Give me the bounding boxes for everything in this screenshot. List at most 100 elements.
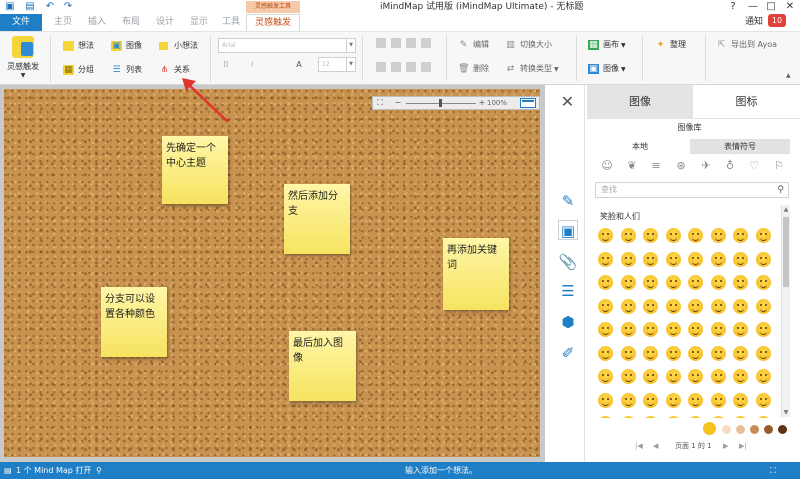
emoji-cell[interactable]	[733, 322, 748, 337]
emoji-cell[interactable]	[643, 251, 658, 267]
tab-tools[interactable]: 工具	[218, 14, 244, 31]
emoji-scrollbar[interactable]: ▲ ▼	[781, 205, 790, 417]
first-page-button[interactable]: |◀	[635, 440, 643, 452]
emoji-cell[interactable]	[620, 369, 636, 384]
emoji-cell[interactable]	[688, 298, 703, 314]
emoji-cell[interactable]	[620, 275, 636, 290]
emoji-cell[interactable]	[643, 275, 658, 290]
emoji-cell[interactable]	[755, 251, 771, 267]
emoji-cell[interactable]	[755, 392, 771, 408]
idea-button[interactable]: 想法	[63, 39, 94, 53]
smiley-category-icon[interactable]: ☺	[600, 159, 614, 173]
emoji-cell[interactable]	[665, 322, 681, 337]
sticky-note[interactable]: 分支可以设置各种颜色	[101, 287, 167, 357]
emoji-cell[interactable]	[643, 369, 658, 384]
fit-screen-icon[interactable]: ⛶	[375, 98, 385, 108]
emoji-cell[interactable]	[643, 416, 658, 418]
emoji-cell[interactable]	[710, 369, 726, 384]
emoji-cell[interactable]	[598, 345, 613, 361]
tab-insert[interactable]: 插入	[84, 14, 110, 31]
sports-category-icon[interactable]: ⊛	[674, 159, 688, 173]
emoji-cell[interactable]	[755, 345, 771, 361]
view-mode-icon[interactable]	[520, 98, 536, 108]
emoji-cell[interactable]	[620, 228, 636, 243]
arrange-icon[interactable]	[406, 62, 416, 72]
edit-button[interactable]: ✎ 编辑	[458, 38, 489, 52]
tab-icons[interactable]: 图标	[693, 85, 800, 119]
scrollbar-thumb[interactable]	[783, 217, 789, 287]
image-library-icon[interactable]: ▣	[558, 220, 578, 240]
emoji-cell[interactable]	[620, 345, 636, 361]
minimize-button[interactable]: —	[744, 0, 762, 14]
emoji-cell[interactable]	[710, 345, 726, 361]
emoji-cell[interactable]	[710, 275, 726, 290]
objects-category-icon[interactable]: ♁	[723, 159, 737, 173]
emoji-cell[interactable]	[598, 228, 613, 243]
tab-file[interactable]: 文件	[0, 14, 42, 31]
list-button[interactable]: ☰ 列表	[111, 63, 142, 77]
emoji-cell[interactable]	[688, 251, 703, 267]
emoji-cell[interactable]	[755, 298, 771, 314]
emoji-cell[interactable]	[733, 369, 748, 384]
zoom-out-button[interactable]: −	[393, 98, 403, 108]
emoji-cell[interactable]	[688, 228, 703, 243]
skin-tone-swatch[interactable]	[750, 425, 759, 434]
tab-view[interactable]: 显示	[186, 14, 212, 31]
emoji-cell[interactable]	[755, 228, 771, 243]
emoji-cell[interactable]	[598, 392, 613, 408]
align-left-icon[interactable]	[376, 38, 386, 48]
emoji-cell[interactable]	[755, 322, 771, 337]
align-right-icon[interactable]	[406, 38, 416, 48]
distribute-v-icon[interactable]	[391, 62, 401, 72]
notification-label[interactable]: 通知	[745, 15, 763, 29]
tab-home[interactable]: 主页	[50, 14, 76, 31]
emoji-cell[interactable]	[733, 228, 748, 243]
tag-icon[interactable]: ⬢	[558, 312, 578, 332]
emoji-cell[interactable]	[733, 416, 748, 418]
italic-button[interactable]: I	[246, 59, 258, 71]
tab-brainstorm[interactable]: 灵感触发	[246, 14, 300, 31]
convert-type-button[interactable]: ⇄ 转换类型 ▼	[505, 62, 559, 76]
font-family-select[interactable]: Arial ▼	[218, 38, 356, 53]
emoji-cell[interactable]	[755, 275, 771, 290]
panel-close-button[interactable]: ✕	[551, 85, 585, 119]
sticky-note[interactable]: 然后添加分支	[284, 184, 350, 254]
emoji-cell[interactable]	[598, 322, 613, 337]
font-color-icon[interactable]: A	[293, 59, 305, 71]
attachment-icon[interactable]: 📎	[558, 252, 578, 272]
task-list-icon[interactable]: ☰	[558, 281, 578, 301]
emoji-cell[interactable]	[710, 251, 726, 267]
next-page-button[interactable]: ▶	[723, 440, 728, 452]
skin-tone-swatch[interactable]	[736, 425, 745, 434]
organize-button[interactable]: ✦ 整理	[655, 38, 686, 52]
emoji-cell[interactable]	[733, 345, 748, 361]
font-size-select[interactable]: 12 ▼	[318, 57, 356, 72]
stack-icon[interactable]	[421, 62, 431, 72]
align-justify-icon[interactable]	[421, 38, 431, 48]
group-button[interactable]: ▦ 分组	[63, 63, 94, 77]
food-category-icon[interactable]: ≡	[649, 159, 663, 173]
emoji-cell[interactable]	[755, 416, 771, 418]
skin-tone-swatch[interactable]	[764, 425, 773, 434]
emoji-cell[interactable]	[710, 322, 726, 337]
scroll-up-icon[interactable]: ▲	[782, 205, 790, 214]
emoji-cell[interactable]	[710, 392, 726, 408]
image-button[interactable]: ▣ 图像	[111, 39, 142, 53]
last-page-button[interactable]: ▶|	[739, 440, 747, 452]
sticky-note[interactable]: 再添加关键词	[443, 238, 509, 310]
emoji-cell[interactable]	[665, 369, 681, 384]
emoji-cell[interactable]	[643, 322, 658, 337]
emoji-cell[interactable]	[710, 298, 726, 314]
delete-button[interactable]: 🗑 删除	[458, 62, 489, 76]
skin-tone-swatch[interactable]	[703, 422, 716, 435]
maximize-button[interactable]: □	[762, 0, 780, 14]
emoji-cell[interactable]	[665, 275, 681, 290]
help-button[interactable]: ?	[724, 0, 742, 14]
emoji-cell[interactable]	[620, 322, 636, 337]
image-menu-button[interactable]: ▣ 图像 ▼	[588, 62, 626, 76]
emoji-cell[interactable]	[620, 251, 636, 267]
emoji-cell[interactable]	[733, 251, 748, 267]
canvas-menu-button[interactable]: ▦ 画布 ▼	[588, 38, 626, 52]
relation-button[interactable]: ⋔ 关系	[159, 63, 190, 77]
emoji-cell[interactable]	[733, 392, 748, 408]
